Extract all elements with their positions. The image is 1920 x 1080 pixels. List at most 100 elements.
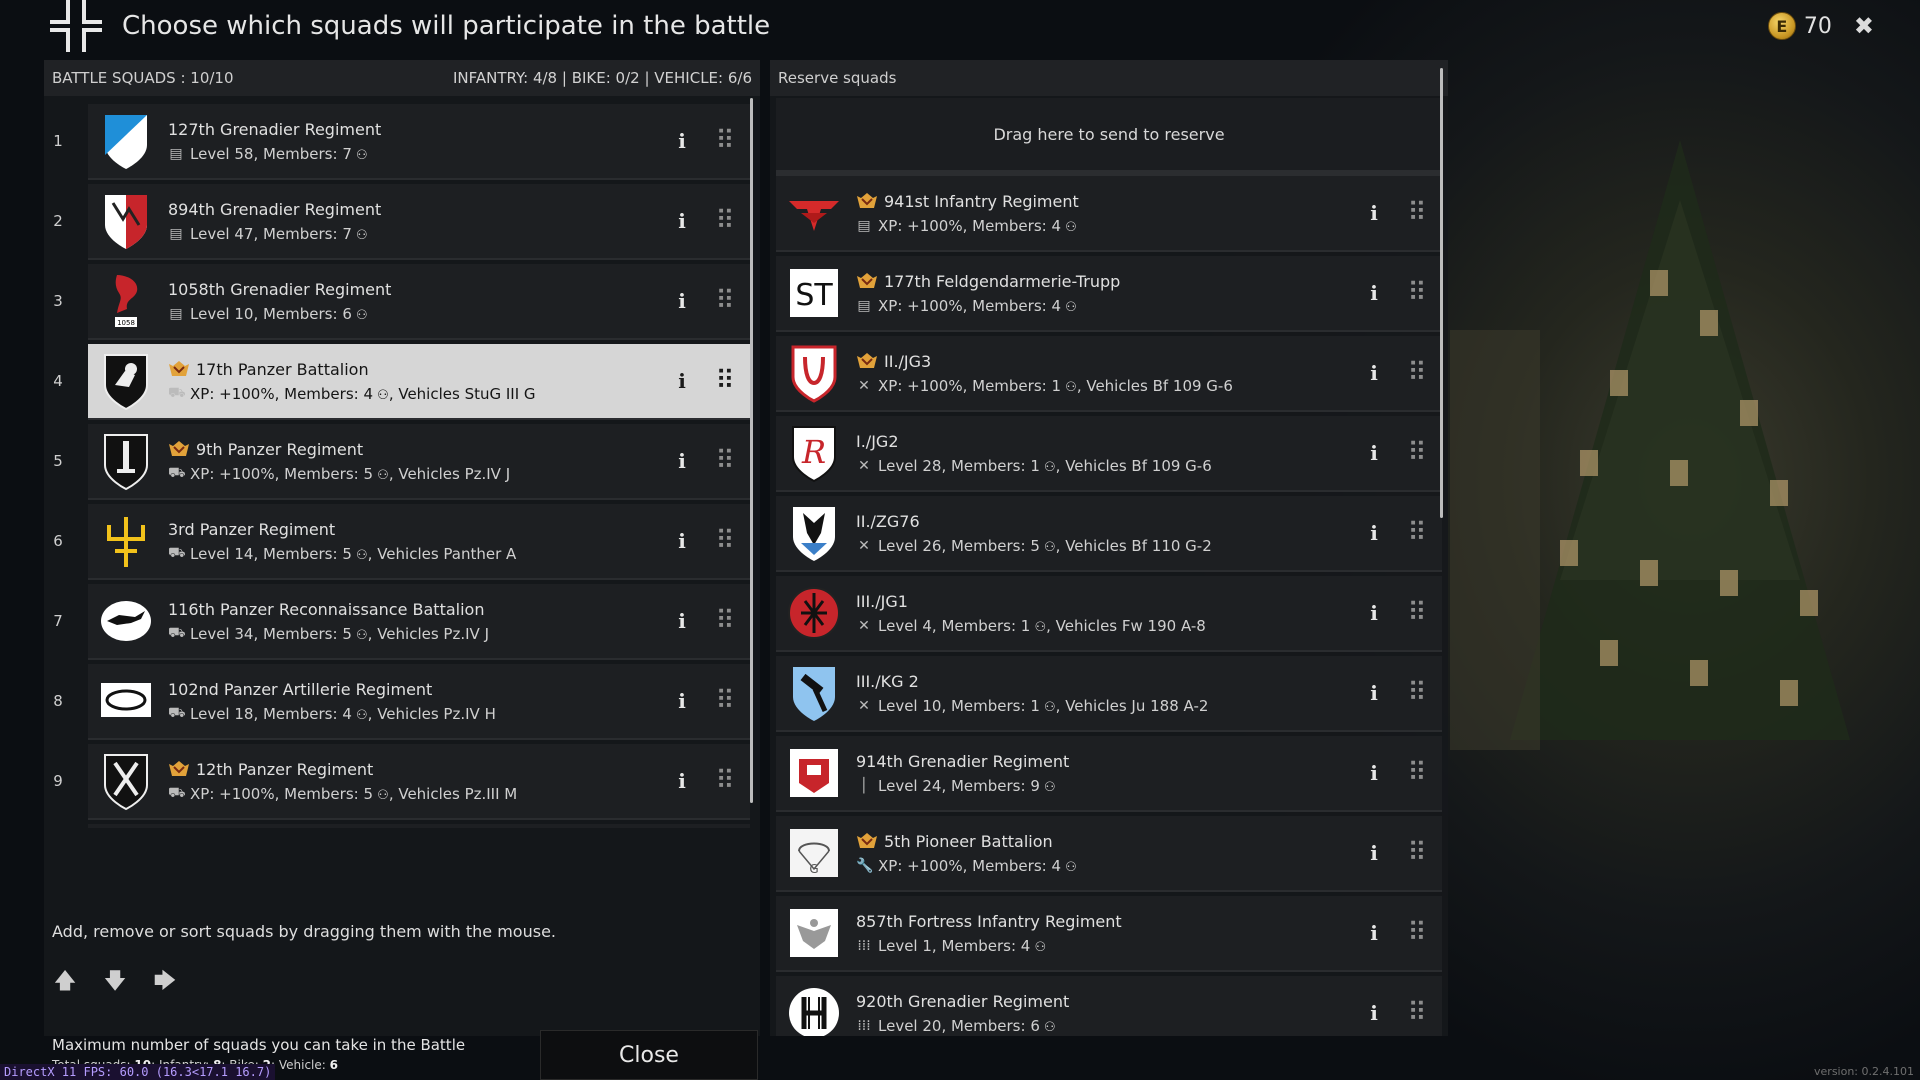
squad-row[interactable]: 2 894th Grenadier Regiment ▤ Level 47, Memb… bbox=[44, 184, 760, 260]
drag-handle-icon[interactable]: ⠿ bbox=[1394, 600, 1442, 626]
squad-slot-number: 1 bbox=[53, 132, 63, 150]
squad-row[interactable]: 941st Infantry Regiment ▤ XP: +100%, Membe… bbox=[770, 176, 1448, 252]
squad-card[interactable]: 857th Fortress Infantry Regiment ⁞⁞⁞ Level… bbox=[776, 896, 1442, 972]
squad-name: 127th Grenadier Regiment bbox=[168, 119, 382, 139]
drag-handle-icon[interactable]: ⠿ bbox=[702, 528, 750, 554]
drag-handle-icon[interactable]: ⠿ bbox=[702, 288, 750, 314]
squad-card[interactable]: 557th Grenadier Regimenti⠿ bbox=[88, 824, 750, 828]
squad-row[interactable]: ST 177th Feldgendarmerie-Trupp ▤ XP: +100%,… bbox=[770, 256, 1448, 332]
squad-card[interactable]: 12th Panzer Regiment ⛟ XP: +100%, Members:… bbox=[88, 744, 750, 820]
info-icon[interactable]: i bbox=[1354, 361, 1394, 385]
info-icon[interactable]: i bbox=[662, 689, 702, 713]
reserve-list-scrollbar[interactable] bbox=[1440, 68, 1443, 518]
squad-card[interactable]: R I./JG2 ✕ Level 28, Members: 1 ⚇, Vehicles… bbox=[776, 416, 1442, 492]
drag-handle-icon[interactable]: ⠿ bbox=[1394, 680, 1442, 706]
drag-handle-icon[interactable]: ⠿ bbox=[1394, 200, 1442, 226]
squad-row[interactable]: R I./JG2 ✕ Level 28, Members: 1 ⚇, Vehicles… bbox=[770, 416, 1448, 492]
squad-row[interactable]: 10 557th Grenadier Regimenti⠿ bbox=[44, 824, 760, 828]
drag-handle-icon[interactable]: ⠿ bbox=[1394, 840, 1442, 866]
info-icon[interactable]: i bbox=[1354, 841, 1394, 865]
close-icon[interactable]: ✖ bbox=[1854, 12, 1874, 40]
drag-handle-icon[interactable]: ⠿ bbox=[1394, 760, 1442, 786]
squad-card[interactable]: III./KG 2 ✕ Level 10, Members: 1 ⚇, Vehicl… bbox=[776, 656, 1442, 732]
drag-handle-icon[interactable]: ⠿ bbox=[1394, 520, 1442, 546]
squad-card[interactable]: 941st Infantry Regiment ▤ XP: +100%, Membe… bbox=[776, 176, 1442, 252]
squad-row[interactable]: 1 127th Grenadier Regiment ▤ Level 58, Memb… bbox=[44, 104, 760, 180]
squad-stats: Level 10, Members: 1 ⚇, Vehicles Ju 188 … bbox=[878, 696, 1209, 715]
squad-row[interactable]: III./JG1 ✕ Level 4, Members: 1 ⚇, Vehicles… bbox=[770, 576, 1448, 652]
drag-handle-icon[interactable]: ⠿ bbox=[1394, 360, 1442, 386]
squad-row[interactable]: II./ZG76 ✕ Level 26, Members: 5 ⚇, Vehicle… bbox=[770, 496, 1448, 572]
currency-amount: 70 bbox=[1803, 13, 1832, 39]
info-icon[interactable]: i bbox=[1354, 281, 1394, 305]
drag-handle-icon[interactable]: ⠿ bbox=[1394, 920, 1442, 946]
squad-row[interactable]: 3 1058 1058th Grenadier Regiment ▤ Level 10,… bbox=[44, 264, 760, 340]
battle-list-scrollbar[interactable] bbox=[750, 98, 753, 803]
info-icon[interactable]: i bbox=[1354, 441, 1394, 465]
squad-name-line: 12th Panzer Regiment bbox=[168, 760, 662, 779]
move-right-button[interactable]: 🡆 bbox=[154, 969, 177, 994]
drag-handle-icon[interactable]: ⠿ bbox=[702, 368, 750, 394]
drag-handle-icon[interactable]: ⠿ bbox=[702, 688, 750, 714]
info-icon[interactable]: i bbox=[662, 289, 702, 313]
squad-row[interactable]: 6 3rd Panzer Regiment ⛟ Level 14, Members: … bbox=[44, 504, 760, 580]
squad-name-line: 894th Grenadier Regiment bbox=[168, 200, 662, 219]
squad-row[interactable]: II./JG3 ✕ XP: +100%, Members: 1 ⚇, Vehicle… bbox=[770, 336, 1448, 412]
drag-handle-icon[interactable]: ⠿ bbox=[702, 208, 750, 234]
info-icon[interactable]: i bbox=[1354, 521, 1394, 545]
squad-card[interactable]: G 5th Pioneer Battalion 🔧 XP: +100%, Member… bbox=[776, 816, 1442, 892]
person-icon: ⚇ bbox=[1039, 779, 1056, 795]
move-down-button[interactable]: 🡇 bbox=[104, 969, 127, 994]
squad-card[interactable]: III./JG1 ✕ Level 4, Members: 1 ⚇, Vehicles… bbox=[776, 576, 1442, 652]
info-icon[interactable]: i bbox=[662, 369, 702, 393]
squad-row[interactable]: 920th Grenadier Regiment ⁞⁞⁞ Level 20, Mem… bbox=[770, 976, 1448, 1036]
drag-handle-icon[interactable]: ⠿ bbox=[1394, 1000, 1442, 1026]
squad-row[interactable]: 914th Grenadier Regiment │ Level 24, Membe… bbox=[770, 736, 1448, 812]
info-icon[interactable]: i bbox=[662, 769, 702, 793]
squad-row[interactable]: 9 12th Panzer Regiment ⛟ XP: +100%, Members… bbox=[44, 744, 760, 820]
squad-card[interactable]: 920th Grenadier Regiment ⁞⁞⁞ Level 20, Mem… bbox=[776, 976, 1442, 1036]
squad-meta: ▤ XP: +100%, Members: 4 ⚇ bbox=[856, 297, 1354, 315]
squad-card[interactable]: 116th Panzer Reconnaissance Battalion ⛟ Le… bbox=[88, 584, 750, 660]
info-icon[interactable]: i bbox=[1354, 921, 1394, 945]
squad-row[interactable]: 7 116th Panzer Reconnaissance Battalion ⛟ L… bbox=[44, 584, 760, 660]
info-icon[interactable]: i bbox=[662, 129, 702, 153]
info-icon[interactable]: i bbox=[662, 209, 702, 233]
squad-card[interactable]: 127th Grenadier Regiment ▤ Level 58, Membe… bbox=[88, 104, 750, 180]
info-icon[interactable]: i bbox=[1354, 681, 1394, 705]
squad-row[interactable]: G 5th Pioneer Battalion 🔧 XP: +100%, Member… bbox=[770, 816, 1448, 892]
squad-card[interactable]: 894th Grenadier Regiment ▤ Level 47, Membe… bbox=[88, 184, 750, 260]
squad-emblem-red-circle-icon bbox=[786, 582, 842, 644]
info-icon[interactable]: i bbox=[662, 529, 702, 553]
close-button[interactable]: Close bbox=[540, 1030, 758, 1080]
squad-slot-number: 5 bbox=[53, 452, 63, 470]
squad-card[interactable]: II./ZG76 ✕ Level 26, Members: 5 ⚇, Vehicle… bbox=[776, 496, 1442, 572]
info-icon[interactable]: i bbox=[1354, 201, 1394, 225]
reserve-drop-zone[interactable]: Drag here to send to reserve bbox=[776, 98, 1442, 176]
squad-row[interactable]: 5 9th Panzer Regiment ⛟ XP: +100%, Members:… bbox=[44, 424, 760, 500]
squad-row[interactable]: 8 102nd Panzer Artillerie Regiment ⛟ Level … bbox=[44, 664, 760, 740]
squad-card[interactable]: 9th Panzer Regiment ⛟ XP: +100%, Members: … bbox=[88, 424, 750, 500]
info-icon[interactable]: i bbox=[1354, 1001, 1394, 1025]
squad-card[interactable]: 1058 1058th Grenadier Regiment ▤ Level 10, … bbox=[88, 264, 750, 340]
info-icon[interactable]: i bbox=[1354, 761, 1394, 785]
squad-card[interactable]: 102nd Panzer Artillerie Regiment ⛟ Level 1… bbox=[88, 664, 750, 740]
squad-card[interactable]: 3rd Panzer Regiment ⛟ Level 14, Members: 5… bbox=[88, 504, 750, 580]
info-icon[interactable]: i bbox=[662, 609, 702, 633]
drag-handle-icon[interactable]: ⠿ bbox=[702, 448, 750, 474]
squad-card[interactable]: ST 177th Feldgendarmerie-Trupp ▤ XP: +100%,… bbox=[776, 256, 1442, 332]
squad-row[interactable]: 4 17th Panzer Battalion ⛟ XP: +100%, Member… bbox=[44, 344, 760, 420]
squad-row[interactable]: III./KG 2 ✕ Level 10, Members: 1 ⚇, Vehicl… bbox=[770, 656, 1448, 732]
drag-handle-icon[interactable]: ⠿ bbox=[702, 128, 750, 154]
squad-card[interactable]: 914th Grenadier Regiment │ Level 24, Membe… bbox=[776, 736, 1442, 812]
squad-card[interactable]: 17th Panzer Battalion ⛟ XP: +100%, Members… bbox=[88, 344, 750, 420]
drag-handle-icon[interactable]: ⠿ bbox=[702, 608, 750, 634]
drag-handle-icon[interactable]: ⠿ bbox=[1394, 440, 1442, 466]
drag-handle-icon[interactable]: ⠿ bbox=[702, 768, 750, 794]
squad-row[interactable]: 857th Fortress Infantry Regiment ⁞⁞⁞ Level… bbox=[770, 896, 1448, 972]
info-icon[interactable]: i bbox=[662, 449, 702, 473]
move-up-button[interactable]: 🡅 bbox=[54, 969, 77, 994]
squad-card[interactable]: II./JG3 ✕ XP: +100%, Members: 1 ⚇, Vehicle… bbox=[776, 336, 1442, 412]
info-icon[interactable]: i bbox=[1354, 601, 1394, 625]
drag-handle-icon[interactable]: ⠿ bbox=[1394, 280, 1442, 306]
